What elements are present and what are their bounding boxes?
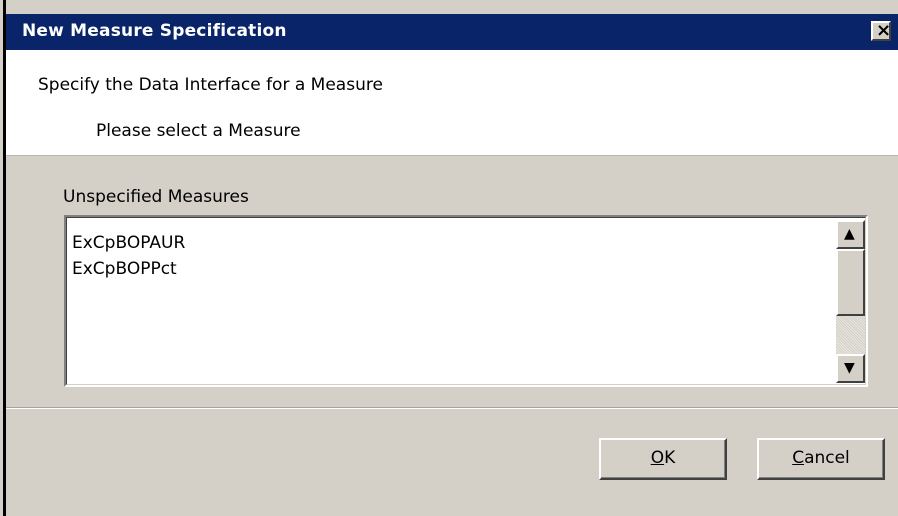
cancel-button[interactable]: Cancel	[757, 438, 885, 480]
wizard-header: Specify the Data Interface for a Measure…	[6, 50, 898, 156]
unspecified-measures-label: Unspecified Measures	[63, 187, 249, 207]
unspecified-measures-list[interactable]: ExCpBOPAUR ExCpBOPPct ▲ ▼	[64, 215, 868, 387]
list-item-excpbopaur[interactable]: ExCpBOPAUR	[72, 230, 185, 256]
close-button[interactable]: ×	[871, 21, 891, 41]
cancel-label-rest: ancel	[804, 448, 850, 468]
ok-button[interactable]: OK	[599, 438, 727, 480]
screen: New Measure Specification × Specify the …	[0, 0, 898, 516]
vertical-scrollbar[interactable]: ▲ ▼	[836, 220, 865, 383]
up-arrow-icon: ▲	[844, 226, 855, 242]
scroll-down-button[interactable]: ▼	[836, 354, 865, 383]
dialog-title: New Measure Specification	[22, 21, 287, 41]
scroll-up-button[interactable]: ▲	[836, 220, 865, 249]
close-icon: ×	[876, 20, 892, 41]
down-arrow-icon: ▼	[844, 360, 855, 376]
button-divider	[6, 407, 898, 409]
dialog-title-bar[interactable]: New Measure Specification ×	[6, 14, 898, 50]
measures-items: ExCpBOPAUR ExCpBOPPct	[72, 230, 185, 282]
cancel-mnemonic: C	[792, 448, 805, 468]
ok-label-rest: K	[664, 448, 676, 468]
header-title: Specify the Data Interface for a Measure	[38, 75, 383, 95]
new-measure-dialog: New Measure Specification × Specify the …	[3, 0, 898, 516]
scroll-thumb[interactable]	[836, 249, 865, 316]
ok-mnemonic: O	[650, 448, 665, 468]
list-item-excpboppct[interactable]: ExCpBOPPct	[72, 256, 185, 282]
header-subtitle: Please select a Measure	[96, 121, 301, 141]
